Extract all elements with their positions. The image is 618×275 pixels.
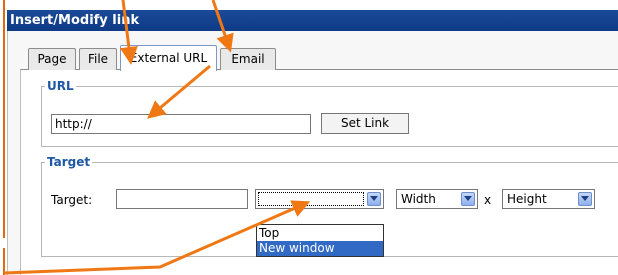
target-input[interactable] [116, 189, 248, 209]
dialog-title: Insert/Modify link [10, 13, 140, 28]
dialog-titlebar[interactable]: Insert/Modify link [7, 10, 618, 31]
set-link-button[interactable]: Set Link [321, 113, 409, 134]
tab-label: File [87, 52, 109, 66]
annotation-line [3, 0, 5, 238]
url-input[interactable]: http:// [51, 114, 311, 134]
chevron-down-icon[interactable] [461, 192, 475, 206]
url-legend: URL [47, 79, 74, 93]
url-value: http:// [55, 117, 92, 131]
focus-outline [258, 192, 364, 206]
chevron-down-icon[interactable] [578, 192, 592, 206]
times-sign: x [484, 193, 492, 207]
tab-file[interactable]: File [79, 48, 117, 70]
tab-email[interactable]: Email [220, 48, 276, 70]
target-legend: Target [47, 155, 91, 169]
dropdown-option-top[interactable]: Top [257, 226, 383, 241]
set-link-label: Set Link [340, 116, 390, 130]
tab-external-url[interactable]: External URL [120, 45, 217, 71]
annotation-line [3, 248, 5, 275]
option-label: New window [259, 241, 335, 255]
target-select[interactable] [255, 189, 384, 209]
height-select[interactable]: Height [502, 189, 595, 209]
target-label: Target: [51, 193, 93, 207]
chevron-down-icon[interactable] [367, 192, 381, 206]
tab-label: Page [37, 52, 67, 66]
dropdown-option-new-window[interactable]: New window [257, 241, 383, 256]
width-select[interactable]: Width [396, 189, 478, 209]
tab-label: External URL [129, 51, 208, 65]
tab-page[interactable]: Page [28, 48, 76, 70]
option-label: Top [259, 226, 280, 240]
target-dropdown-list: Top New window [256, 224, 384, 257]
height-select-value: Height [507, 192, 547, 206]
width-select-value: Width [401, 192, 436, 206]
tab-label: Email [231, 52, 265, 66]
